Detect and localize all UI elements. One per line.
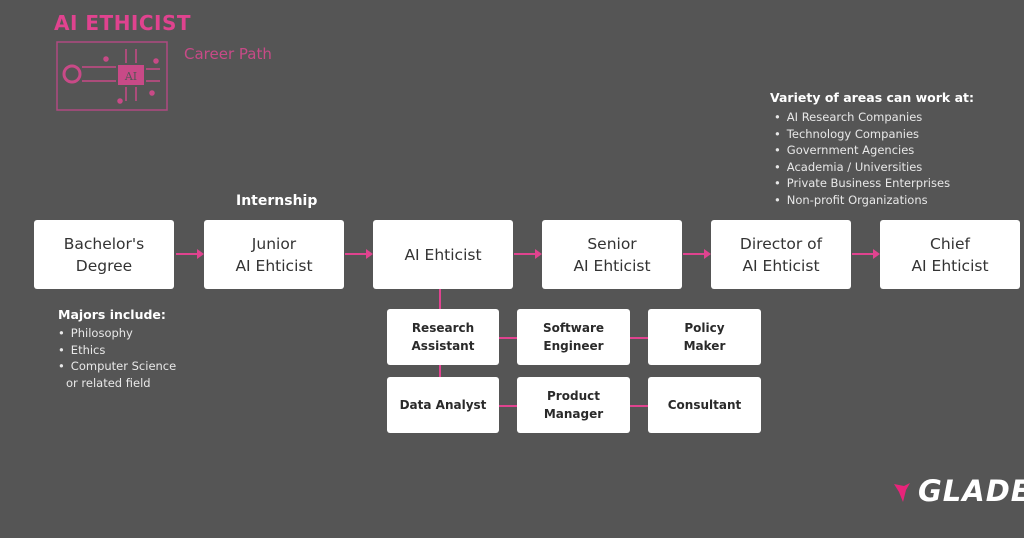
role-line: Assistant bbox=[411, 339, 475, 353]
major-item: Computer Science bbox=[58, 358, 176, 375]
area-item: Private Business Enterprises bbox=[774, 175, 974, 192]
arrow-icon bbox=[345, 249, 373, 259]
role-line: Product bbox=[547, 389, 600, 403]
majors-title: Majors include: bbox=[58, 307, 166, 322]
step-line: AI Ehticist bbox=[404, 245, 482, 264]
role-research-assistant: Research Assistant bbox=[387, 309, 499, 365]
path-step-junior-ai-ethicist: Junior AI Ehticist bbox=[204, 220, 344, 289]
arrow-icon bbox=[852, 249, 880, 259]
role-policy-maker: Policy Maker bbox=[648, 309, 761, 365]
internship-label: Internship bbox=[236, 193, 318, 209]
area-item: Non-profit Organizations bbox=[774, 192, 974, 209]
step-line: Director of bbox=[739, 234, 823, 253]
major-item-continuation: or related field bbox=[66, 375, 151, 390]
arrow-icon bbox=[514, 249, 542, 259]
page-title: AI ETHICIST bbox=[54, 11, 192, 35]
role-line: Engineer bbox=[543, 339, 604, 353]
step-line: Bachelor's bbox=[63, 234, 145, 253]
page-subtitle: Career Path bbox=[184, 45, 272, 63]
step-line: Degree bbox=[75, 256, 133, 275]
path-step-bachelors-degree: Bachelor's Degree bbox=[34, 220, 174, 289]
role-line: Manager bbox=[543, 407, 604, 421]
connector-line bbox=[439, 365, 441, 377]
path-step-ai-ethicist: AI Ehticist bbox=[373, 220, 513, 289]
path-step-senior-ai-ethicist: Senior AI Ehticist bbox=[542, 220, 682, 289]
role-consultant: Consultant bbox=[648, 377, 761, 433]
role-product-manager: Product Manager bbox=[517, 377, 630, 433]
role-line: Policy bbox=[684, 321, 725, 335]
step-line: AI Ehticist bbox=[235, 256, 313, 275]
role-line: Consultant bbox=[667, 398, 742, 412]
step-line: Senior bbox=[587, 234, 637, 253]
role-software-engineer: Software Engineer bbox=[517, 309, 630, 365]
role-line: Data Analyst bbox=[399, 398, 487, 412]
arrow-icon bbox=[683, 249, 711, 259]
role-line: Maker bbox=[683, 339, 726, 353]
gladeo-logo: GLADEO bbox=[918, 474, 1024, 508]
area-item: Academia / Universities bbox=[774, 159, 974, 176]
step-line: AI Ehticist bbox=[573, 256, 651, 275]
areas-title: Variety of areas can work at: bbox=[770, 90, 974, 105]
step-line: AI Ehticist bbox=[742, 256, 820, 275]
connector-line bbox=[439, 289, 441, 309]
majors-section: Majors include: Philosophy Ethics Comput… bbox=[58, 307, 176, 391]
role-line: Research bbox=[411, 321, 475, 335]
area-item: Technology Companies bbox=[774, 126, 974, 143]
connector-line bbox=[499, 405, 517, 407]
areas-section: Variety of areas can work at: AI Researc… bbox=[770, 90, 974, 208]
gladeo-figure-icon bbox=[894, 483, 910, 502]
path-step-director-ai-ethicist: Director of AI Ehticist bbox=[711, 220, 851, 289]
major-item: Ethics bbox=[58, 342, 176, 359]
area-item: AI Research Companies bbox=[774, 109, 974, 126]
connector-line bbox=[630, 405, 648, 407]
role-data-analyst: Data Analyst bbox=[387, 377, 499, 433]
svg-text:AI: AI bbox=[124, 70, 137, 83]
ai-chip-circuit-icon: AI bbox=[56, 41, 168, 111]
path-step-chief-ai-ethicist: Chief AI Ehticist bbox=[880, 220, 1020, 289]
arrow-icon bbox=[176, 249, 204, 259]
connector-line bbox=[499, 337, 517, 339]
role-line: Software bbox=[542, 321, 605, 335]
step-line: Chief bbox=[930, 234, 970, 253]
step-line: Junior bbox=[251, 234, 297, 253]
step-line: AI Ehticist bbox=[911, 256, 989, 275]
area-item: Government Agencies bbox=[774, 142, 974, 159]
major-item: Philosophy bbox=[58, 325, 176, 342]
connector-line bbox=[630, 337, 648, 339]
